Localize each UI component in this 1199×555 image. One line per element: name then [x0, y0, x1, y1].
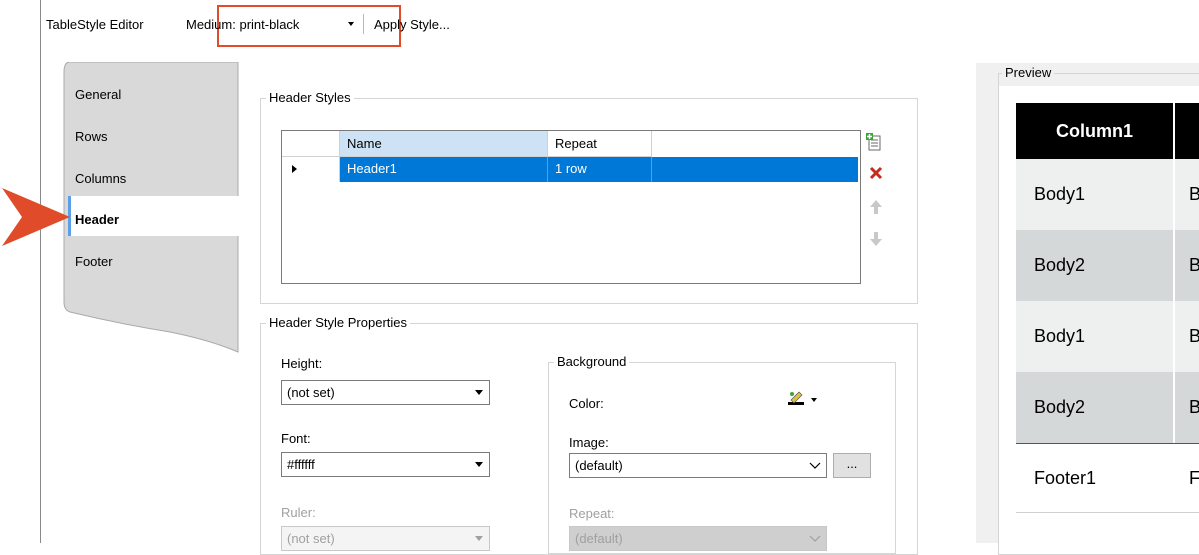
image-select[interactable]: (default)	[569, 453, 827, 478]
chevron-down-icon	[809, 535, 821, 542]
tab-footer[interactable]: Footer	[75, 254, 113, 269]
ruler-label: Ruler:	[281, 505, 316, 520]
row-repeat-cell[interactable]: 1 row	[548, 157, 652, 182]
row-selector[interactable]	[282, 157, 340, 182]
font-label: Font:	[281, 431, 311, 446]
move-down-icon[interactable]	[869, 231, 883, 247]
repeat-label: Repeat:	[569, 506, 615, 521]
background-title: Background	[554, 354, 630, 369]
tab-header[interactable]: Header	[75, 212, 119, 227]
preview-body-row-3: Body1	[1016, 301, 1173, 372]
chevron-down-icon[interactable]	[348, 22, 354, 26]
preview-title: Preview	[1002, 65, 1055, 80]
image-label: Image:	[569, 435, 609, 450]
preview-body-row-1: Body1	[1016, 159, 1173, 230]
height-label: Height:	[281, 356, 323, 371]
move-up-icon[interactable]	[869, 199, 883, 215]
header-style-properties-title: Header Style Properties	[266, 315, 411, 330]
browse-image-button[interactable]: ...	[833, 453, 871, 478]
row-name-cell[interactable]: Header1	[340, 157, 548, 182]
preview-header-column1: Column1	[1016, 103, 1173, 159]
delete-row-icon[interactable]	[869, 166, 883, 180]
font-select[interactable]: #ffffff	[281, 452, 490, 477]
preview-body-row-1-col2: B	[1175, 159, 1199, 230]
grid-corner	[282, 131, 340, 157]
header-styles-grid[interactable]: Name Repeat Header1 1 row	[281, 130, 861, 284]
font-value: #ffffff	[287, 457, 315, 472]
toolbar: TableStyle Editor Medium: print-black Ap…	[41, 0, 1199, 47]
height-select[interactable]: (not set)	[281, 380, 490, 405]
tab-rows[interactable]: Rows	[75, 129, 108, 144]
row-filler-cell[interactable]	[652, 157, 858, 182]
add-row-icon[interactable]	[866, 133, 882, 151]
chevron-down-icon	[475, 462, 483, 467]
preview-body-row-2: Body2	[1016, 230, 1173, 301]
preview-body-row-4: Body2	[1016, 372, 1173, 443]
color-label: Color:	[569, 396, 604, 411]
repeat-select[interactable]: (default)	[569, 526, 827, 551]
ruler-value: (not set)	[287, 531, 335, 546]
medium-dropdown[interactable]: Medium: print-black	[186, 17, 299, 32]
chevron-down-icon	[475, 390, 483, 395]
tab-columns[interactable]: Columns	[75, 171, 126, 186]
row-pointer-icon	[292, 165, 297, 173]
apply-style-button[interactable]: Apply Style...	[374, 17, 450, 32]
preview-bottom-border	[1016, 512, 1199, 513]
header-styles-title: Header Styles	[266, 90, 354, 105]
column-header-name[interactable]: Name	[340, 131, 548, 157]
column-header-repeat[interactable]: Repeat	[548, 131, 652, 157]
preview-footer-col2: F	[1175, 444, 1199, 512]
editor-title: TableStyle Editor	[46, 17, 144, 32]
preview-body-row-2-col2: B	[1175, 230, 1199, 301]
toolbar-separator	[363, 14, 364, 34]
callout-arrow-icon	[2, 188, 70, 246]
chevron-down-icon	[475, 536, 483, 541]
tab-general[interactable]: General	[75, 87, 121, 102]
chevron-down-icon	[809, 462, 821, 469]
preview-header-column2	[1175, 103, 1199, 159]
color-picker-icon[interactable]	[786, 390, 820, 408]
preview-body-row-3-col2: B	[1175, 301, 1199, 372]
preview-body-row-4-col2: B	[1175, 372, 1199, 443]
repeat-value: (default)	[575, 531, 623, 546]
height-value: (not set)	[287, 385, 335, 400]
ruler-select[interactable]: (not set)	[281, 526, 490, 551]
preview-footer: Footer1	[1016, 444, 1173, 512]
image-value: (default)	[575, 458, 623, 473]
